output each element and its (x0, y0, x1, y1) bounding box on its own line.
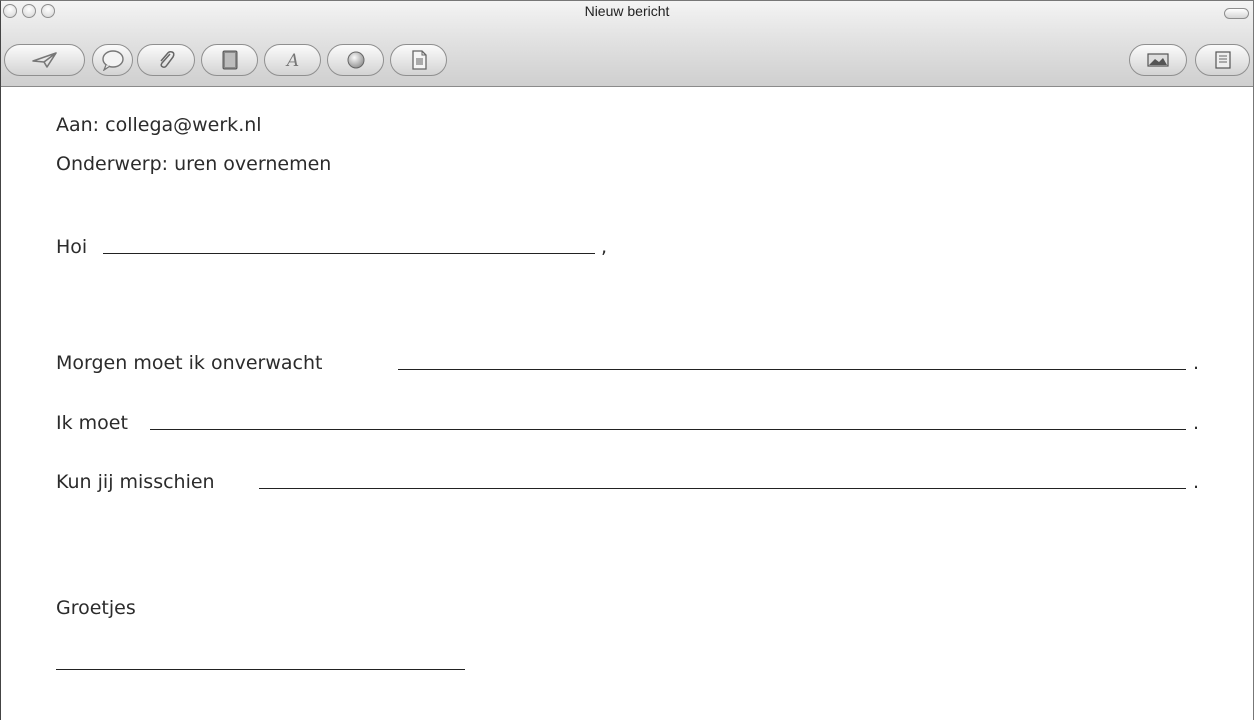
chat-icon (101, 50, 124, 71)
line1-blank-line[interactable] (398, 369, 1186, 370)
stationery-icon (411, 50, 427, 70)
stationery-panel-icon (1214, 51, 1231, 69)
message-body[interactable]: Aan: collega@werk.nl Onderwerp: uren ove… (1, 87, 1253, 721)
line2-period: . (1193, 412, 1200, 434)
attach-button[interactable] (137, 44, 195, 76)
attach-icon (160, 51, 175, 68)
colors-button[interactable] (327, 44, 384, 76)
fonts-icon: A (284, 51, 298, 71)
send-button[interactable] (4, 44, 85, 76)
line3-blank-line[interactable] (259, 488, 1186, 489)
signature-blank-line[interactable] (56, 669, 465, 670)
address-book-button[interactable] (201, 44, 258, 76)
line1-label: Morgen moet ik onverwacht (56, 352, 323, 374)
mail-compose-window: Nieuw bericht A Aan: collega@werk.nl Ond… (0, 0, 1254, 720)
stationery-panel-button[interactable] (1195, 44, 1250, 76)
line3-label: Kun jij misschien (56, 471, 215, 493)
address-book-icon (222, 50, 237, 70)
to-field[interactable]: Aan: collega@werk.nl (56, 113, 262, 137)
greeting-blank-line[interactable] (103, 253, 595, 254)
colors-icon (347, 51, 364, 69)
photo-browser-icon (1147, 53, 1169, 67)
greeting-label: Hoi (56, 236, 88, 258)
toolbar-toggle-button[interactable] (1224, 8, 1249, 19)
svg-text:A: A (284, 51, 298, 71)
line3-period: . (1193, 471, 1200, 493)
title-bar: Nieuw bericht A (1, 1, 1253, 87)
photo-browser-button[interactable] (1129, 44, 1187, 76)
stationery-button[interactable] (390, 44, 447, 76)
greeting-comma: , (601, 236, 608, 258)
chat-button[interactable] (92, 44, 133, 76)
line2-blank-line[interactable] (150, 429, 1186, 430)
window-title: Nieuw bericht (584, 3, 670, 19)
line2-label: Ik moet (56, 412, 128, 434)
send-icon (31, 52, 57, 68)
fonts-button[interactable]: A (264, 44, 321, 76)
line1-period: . (1193, 352, 1200, 374)
subject-field[interactable]: Onderwerp: uren overnemen (56, 152, 331, 176)
closing-label: Groetjes (56, 597, 136, 619)
